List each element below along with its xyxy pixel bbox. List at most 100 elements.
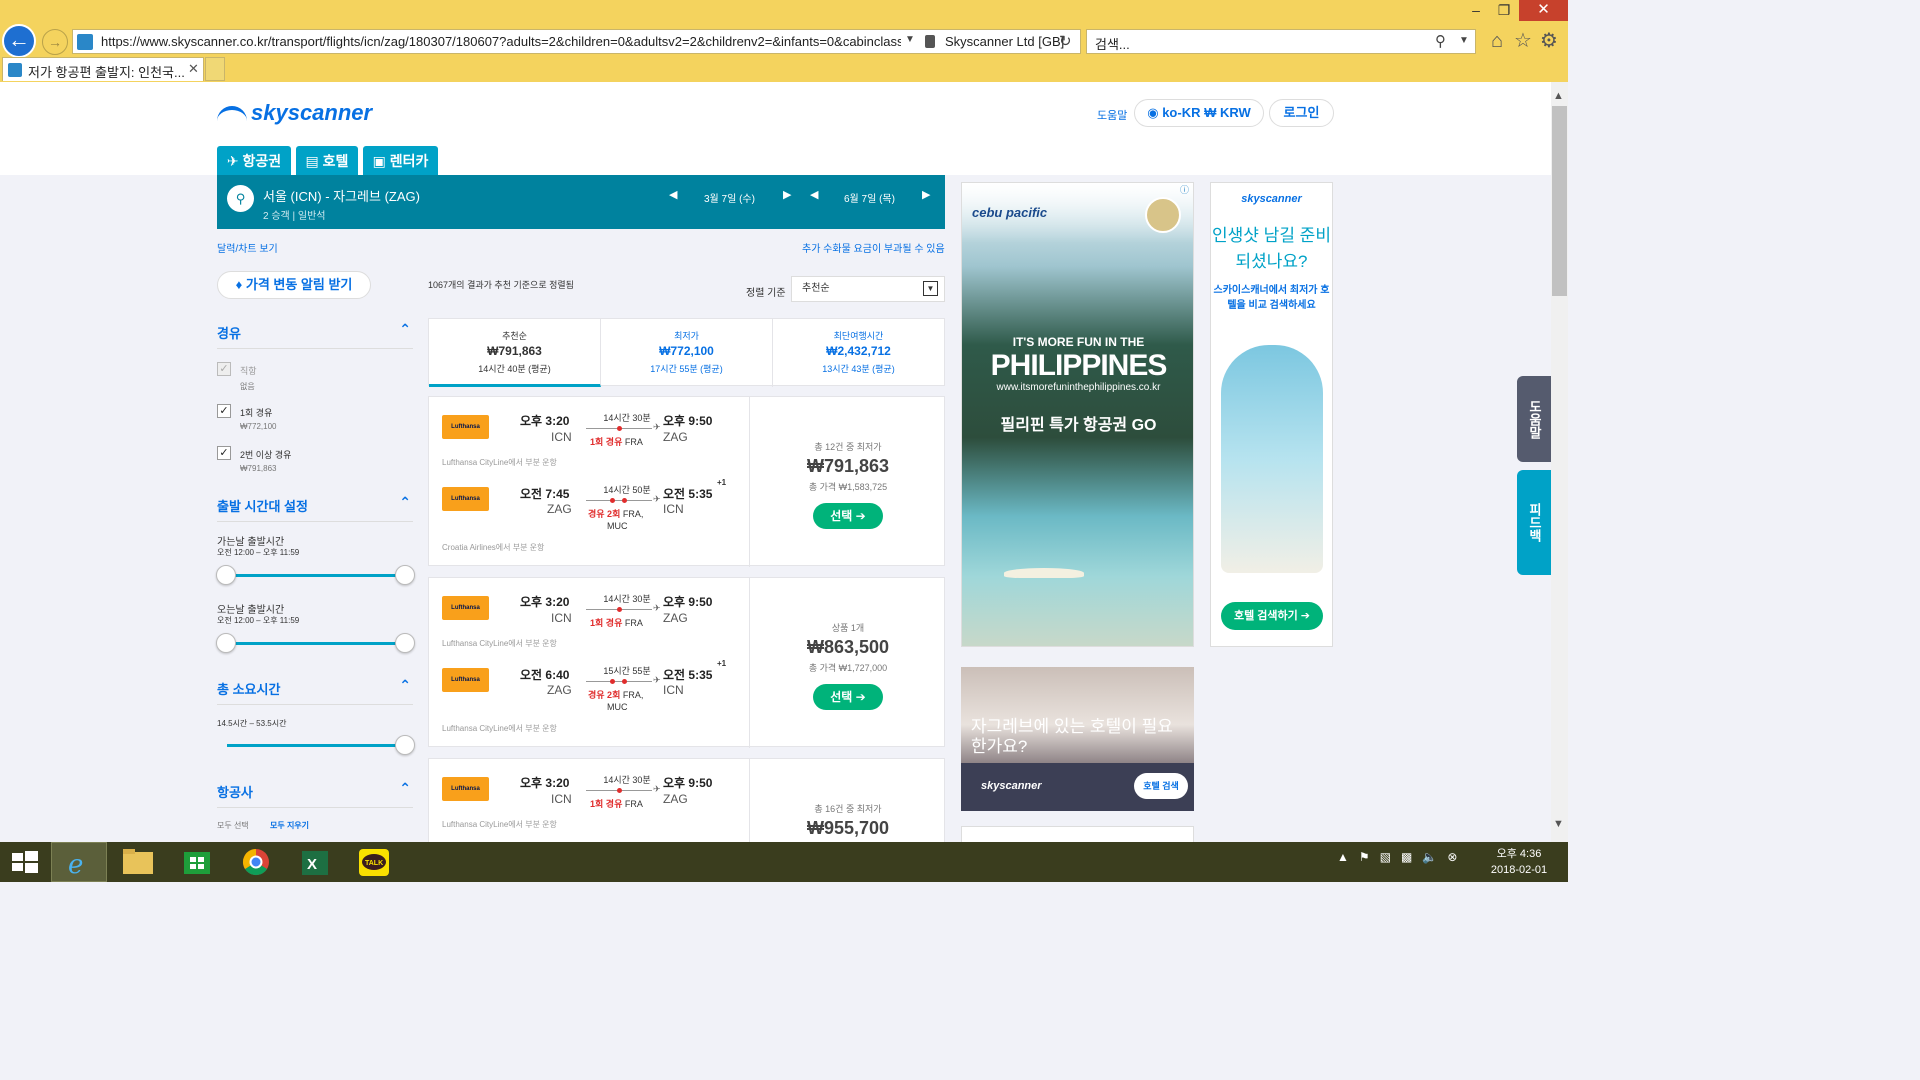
chevron-down-icon[interactable]: ▼ [923, 281, 938, 296]
flight-card[interactable]: Lufthansa 오후 3:20 ICN 14시간 30분 ✈ 1회 경유 F… [428, 758, 945, 842]
tab-flights[interactable]: ✈ 항공권 [217, 146, 291, 176]
hotel-search-button[interactable]: 호텔 검색하기 ➔ [1221, 602, 1323, 630]
duration-slider[interactable] [227, 744, 405, 747]
chevron-up-icon[interactable]: ⌃ [399, 321, 411, 338]
battery-icon[interactable]: ▧ [1380, 850, 1391, 864]
sort-tab-best[interactable]: 추천순 ₩791,863 14시간 40분 (평균) [429, 319, 601, 387]
explorer-taskbar-button[interactable] [110, 842, 166, 882]
vertical-scrollbar[interactable]: ▲ ▼ [1551, 82, 1568, 842]
depart-next-icon[interactable]: ▶ [783, 188, 791, 201]
flight-card[interactable]: Lufthansa 오후 3:20 ICN 14시간 30분 ✈ 1회 경유 F… [428, 577, 945, 748]
slider-handle-max[interactable] [395, 633, 415, 653]
chrome-taskbar-button[interactable] [228, 842, 284, 882]
chevron-up-icon[interactable]: ⌃ [399, 780, 411, 797]
depart-prev-icon[interactable]: ◀ [669, 188, 677, 201]
slider-handle-max[interactable] [395, 735, 415, 755]
taskbar-clock[interactable]: 오후 4:36 2018-02-01 [1484, 846, 1554, 878]
browser-search-box[interactable]: 검색... ⚲ ▼ [1086, 29, 1476, 54]
zagreb-hotel-ad[interactable]: 자그레브에 있는 호텔이 필요한가요? skyscanner 호텔 검색 [961, 667, 1194, 811]
checkbox-direct[interactable]: ✓ [217, 362, 231, 376]
adchoices-icon[interactable]: ⓘ [1180, 183, 1189, 196]
certificate-label[interactable]: Skyscanner Ltd [GB] [945, 34, 1064, 49]
excel-taskbar-button[interactable]: X [287, 842, 343, 882]
cebu-pacific-ad[interactable]: cebu pacific ⓘ IT'S MORE FUN IN THE PHIL… [961, 182, 1194, 647]
search-icon[interactable]: ⚲ [1435, 32, 1446, 50]
filter-time-header[interactable]: 출발 시간대 설정 ⌃ [217, 494, 413, 522]
search-dropdown-icon[interactable]: ▼ [1459, 35, 1469, 46]
clear-all-link[interactable]: 모두 지우기 [270, 820, 309, 831]
route-label[interactable]: 서울 (ICN) - 자그레브 (ZAG) [263, 186, 420, 205]
login-button[interactable]: 로그인 [1269, 99, 1334, 127]
passenger-label[interactable]: 2 승객 | 일반석 [263, 207, 326, 222]
lock-icon[interactable] [925, 35, 935, 48]
signal-icon[interactable]: ▩ [1401, 850, 1412, 864]
depart-date[interactable]: 3월 7일 (수) [704, 190, 755, 205]
refresh-icon[interactable]: ↻ [1059, 32, 1072, 50]
home-icon[interactable]: ⌂ [1485, 29, 1509, 53]
checkbox-two-plus-stops[interactable]: ✓ [217, 446, 231, 460]
search-icon[interactable]: ⚲ [227, 185, 254, 212]
volume-icon[interactable]: 🔈 [1422, 850, 1437, 864]
filter-stops-header[interactable]: 경유 ⌃ [217, 321, 413, 349]
kakaotalk-taskbar-button[interactable]: TALK [346, 842, 402, 882]
tab-close-icon[interactable]: ✕ [188, 61, 199, 77]
settings-gear-icon[interactable]: ⚙ [1537, 29, 1561, 53]
back-button[interactable]: ← [2, 24, 36, 58]
slider-handle-max[interactable] [395, 565, 415, 585]
close-window-icon[interactable]: ✕ [1519, 0, 1568, 21]
outbound-time-slider[interactable] [227, 574, 405, 577]
skyscanner-hotel-ad[interactable]: skyscanner 인생샷 남길 준비되셨나요? 스카이스캐너에서 최저가 호… [1210, 182, 1333, 647]
hotel-search-button[interactable]: 호텔 검색 [1134, 773, 1188, 799]
minimize-icon[interactable]: – [1461, 0, 1491, 22]
calendar-link[interactable]: 달력/차트 보기 [217, 240, 278, 255]
return-date[interactable]: 6월 7일 (목) [844, 190, 895, 205]
system-tray[interactable]: ▲ ⚑ ▧ ▩ 🔈 ⊗ [1337, 850, 1457, 864]
scroll-up-icon[interactable]: ▲ [1553, 90, 1564, 102]
locale-button[interactable]: ◉ ko-KR ₩ KRW [1134, 99, 1264, 127]
chevron-up-icon[interactable]: ⌃ [399, 677, 411, 694]
baggage-fee-link[interactable]: 추가 수화물 요금이 부과될 수 있음 [802, 240, 945, 255]
network-icon[interactable]: ⊗ [1447, 850, 1457, 864]
sort-tab-fastest[interactable]: 최단여행시간 ₩2,432,712 13시간 43분 (평균) [773, 319, 944, 387]
maximize-icon[interactable]: ❐ [1489, 0, 1519, 22]
flight-card[interactable]: Lufthansa 오후 3:20 ICN 14시간 30분 ✈ 1회 경유 F… [428, 396, 945, 567]
search-summary-bar[interactable]: ⚲ 서울 (ICN) - 자그레브 (ZAG) 2 승객 | 일반석 ◀ 3월 … [217, 175, 945, 229]
help-side-tab[interactable]: 도움말 [1517, 376, 1551, 462]
filter-airline-header[interactable]: 항공사 ⌃ [217, 780, 413, 808]
filter-duration-header[interactable]: 총 소요시간 ⌃ [217, 677, 413, 705]
select-all-link[interactable]: 모두 선택 [217, 820, 249, 831]
address-bar[interactable]: https://www.skyscanner.co.kr/transport/f… [72, 29, 1081, 54]
price-alert-button[interactable]: ♦ 가격 변동 알림 받기 [217, 271, 371, 299]
windows-icon[interactable] [0, 842, 48, 882]
start-button[interactable] [0, 842, 48, 882]
tab-title[interactable]: 저가 항공편 출발지: 인천국... [28, 62, 188, 81]
flag-icon[interactable]: ⚑ [1359, 850, 1370, 864]
new-tab-button[interactable] [205, 57, 225, 81]
store-taskbar-button[interactable] [169, 842, 225, 882]
browser-tab[interactable]: 저가 항공편 출발지: 인천국... ✕ [2, 57, 204, 81]
sort-tab-cheapest[interactable]: 최저가 ₩772,100 17시간 55분 (평균) [601, 319, 773, 387]
url-text[interactable]: https://www.skyscanner.co.kr/transport/f… [101, 34, 901, 49]
checkbox-one-stop[interactable]: ✓ [217, 404, 231, 418]
scroll-thumb[interactable] [1552, 106, 1567, 296]
tray-expand-icon[interactable]: ▲ [1337, 850, 1349, 864]
return-prev-icon[interactable]: ◀ [810, 188, 818, 201]
scroll-down-icon[interactable]: ▼ [1553, 818, 1564, 830]
ie-taskbar-button[interactable]: e [51, 842, 107, 882]
search-placeholder[interactable]: 검색... [1095, 34, 1130, 53]
inbound-time-slider[interactable] [227, 642, 405, 645]
chevron-up-icon[interactable]: ⌃ [399, 494, 411, 511]
select-button[interactable]: 선택 ➔ [813, 503, 883, 529]
skyscanner-logo[interactable]: skyscanner [217, 100, 372, 126]
address-dropdown-icon[interactable]: ▼ [905, 34, 915, 45]
help-link[interactable]: 도움말 [1097, 107, 1127, 123]
forward-button[interactable]: → [42, 29, 68, 55]
slider-handle-min[interactable] [216, 565, 236, 585]
tab-hotels[interactable]: ▤ 호텔 [296, 146, 358, 176]
return-next-icon[interactable]: ▶ [922, 188, 930, 201]
sort-select[interactable]: 추천순 ▼ [791, 276, 945, 302]
slider-handle-min[interactable] [216, 633, 236, 653]
favorites-star-icon[interactable]: ☆ [1511, 29, 1535, 53]
feedback-side-tab[interactable]: 피드백 [1517, 470, 1551, 575]
tab-carhire[interactable]: ▣ 렌터카 [363, 146, 438, 176]
